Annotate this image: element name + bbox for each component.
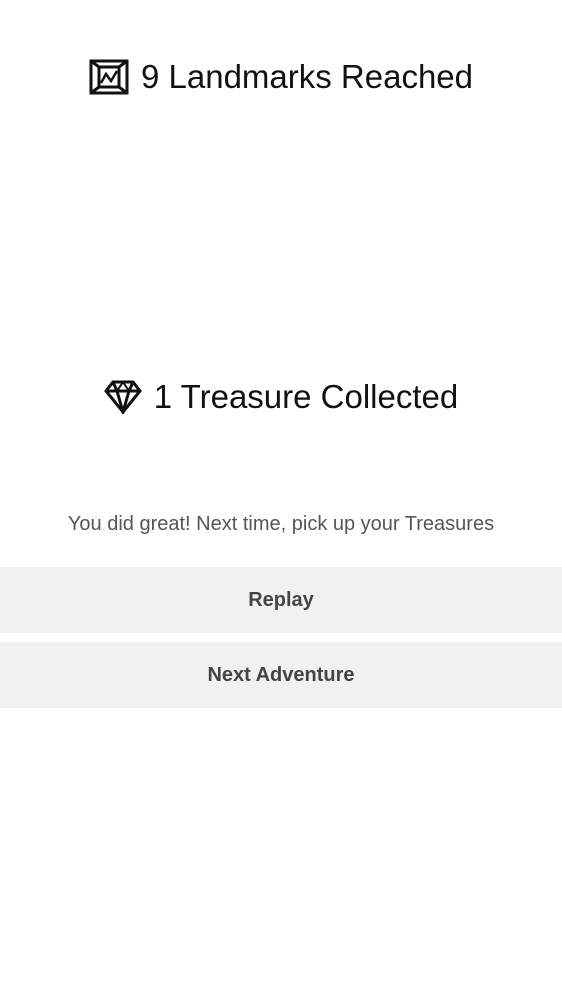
treasures-collected-stat: 1 Treasure Collected <box>0 377 562 417</box>
replay-button[interactable]: Replay <box>0 567 562 633</box>
landmarks-reached-text: 9 Landmarks Reached <box>140 58 474 95</box>
next-adventure-button[interactable]: Next Adventure <box>0 642 562 708</box>
treasures-collected-text: 1 Treasure Collected <box>153 378 459 415</box>
encouragement-message: You did great! Next time, pick up your T… <box>67 513 495 535</box>
map-icon <box>89 59 129 95</box>
diamond-icon <box>103 380 142 414</box>
landmarks-reached-stat: 9 Landmarks Reached <box>0 57 562 97</box>
